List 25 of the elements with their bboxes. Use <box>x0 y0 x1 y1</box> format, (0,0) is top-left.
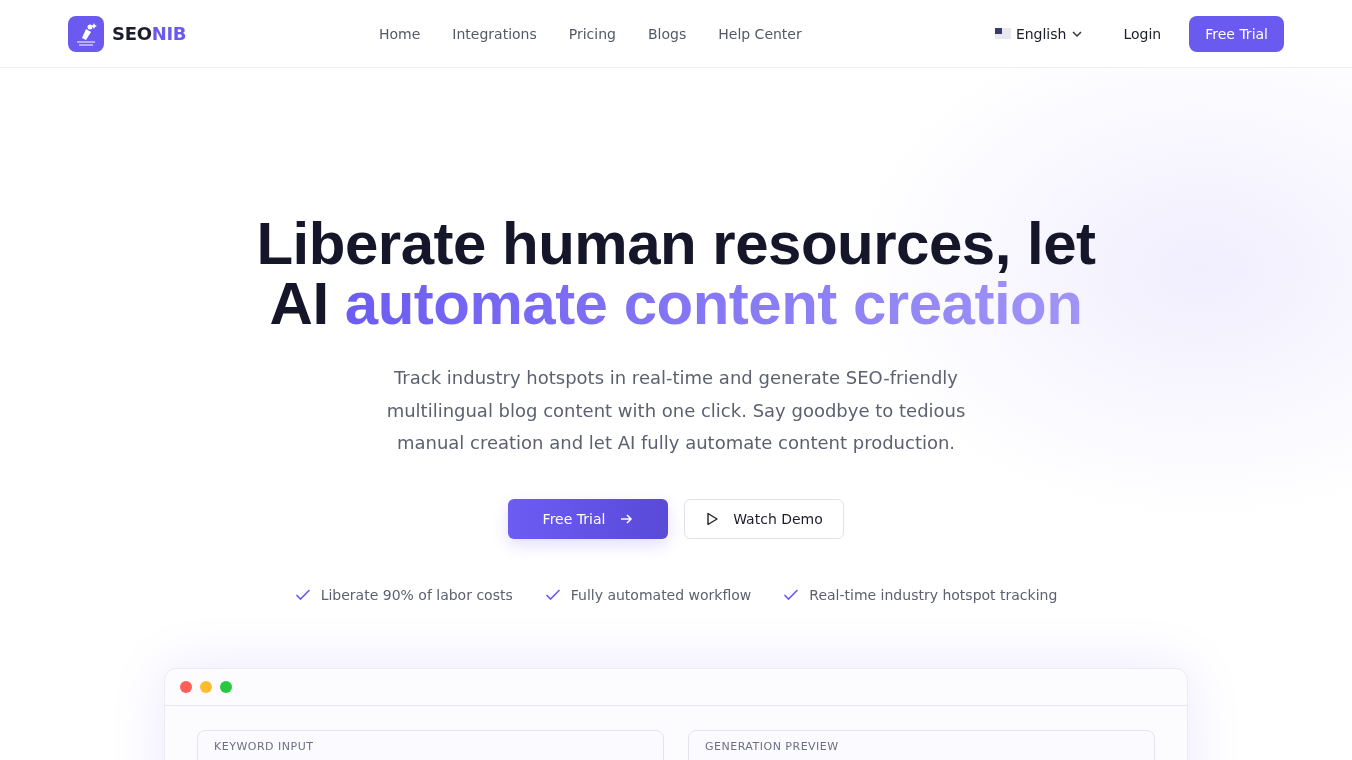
feature-text: Real-time industry hotspot tracking <box>809 586 1058 603</box>
brand-name[interactable]: SEONIB <box>112 23 187 44</box>
hero-subtitle: Track industry hotspots in real-time and generate SEO-friendly multilingual blog content with one click. Say goodbye to tedious manual creation and let AI fully automate content production. <box>385 366 967 455</box>
check-icon <box>783 588 800 601</box>
free-trial-button[interactable]: Free Trial <box>508 498 668 539</box>
check-icon <box>544 588 561 601</box>
panel-title: GENERATION PREVIEW <box>705 739 840 753</box>
language-selector[interactable]: English <box>1015 25 1067 42</box>
nav-link[interactable]: Integrations <box>436 19 553 48</box>
panel-title: KEYWORD INPUT <box>214 739 315 753</box>
nav-link[interactable]: Blogs <box>632 19 703 48</box>
free-trial-button[interactable]: Free Trial <box>1189 15 1284 52</box>
flag-icon <box>994 28 1011 39</box>
watch-demo-button[interactable]: Watch Demo <box>684 498 844 539</box>
hero-heading: Liberate human resources, let AI automate content creation <box>255 214 1097 334</box>
feature-text: Fully automated workflow <box>570 586 752 603</box>
logo-icon <box>68 15 104 52</box>
arrow-right-icon <box>619 511 634 526</box>
nav-link[interactable]: Help Center <box>702 19 818 48</box>
play-icon <box>705 511 720 526</box>
nav-link[interactable]: Home <box>363 19 437 48</box>
login-button[interactable]: Login <box>1123 25 1162 42</box>
feature-text: Liberate 90% of labor costs <box>320 586 513 603</box>
check-icon <box>294 588 311 601</box>
nav-link[interactable]: Pricing <box>552 19 632 48</box>
